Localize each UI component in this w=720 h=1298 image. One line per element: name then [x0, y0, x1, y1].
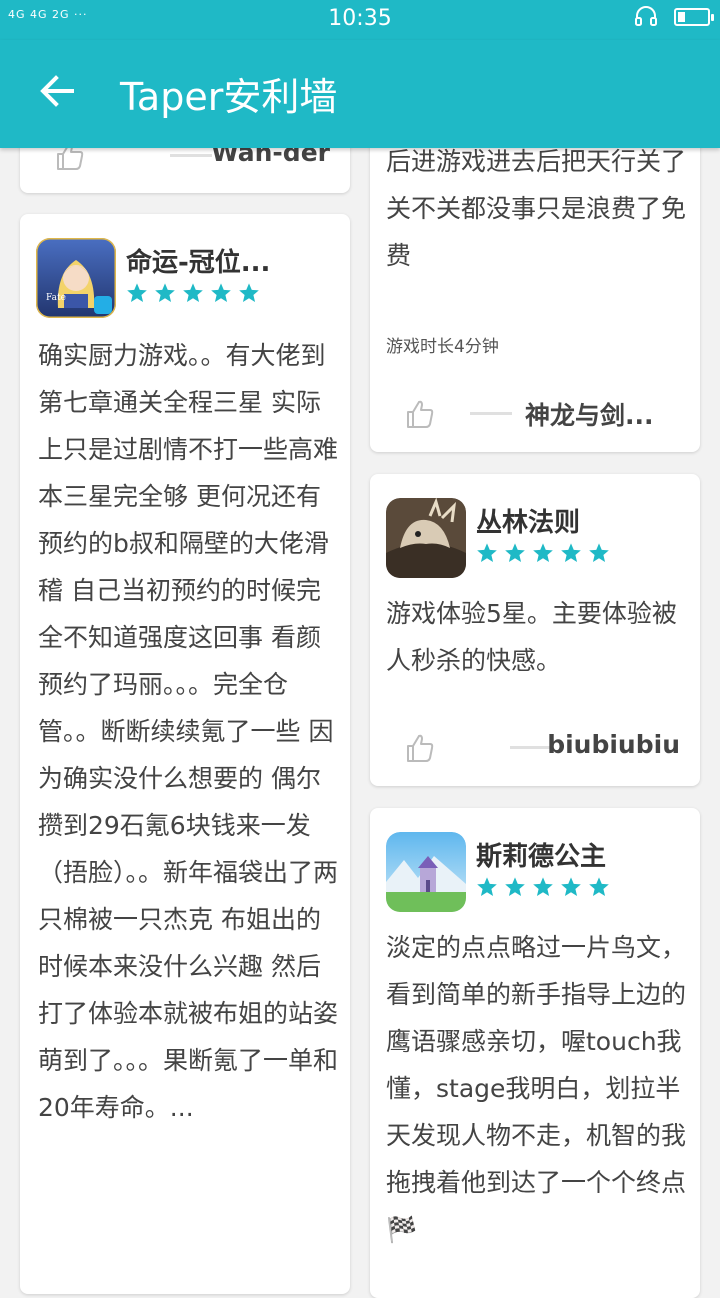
arrow-left-icon[interactable] — [36, 70, 78, 112]
star-icon — [561, 543, 581, 562]
review-card-jungle[interactable]: 丛林法则 游戏体验5星。主要体验被人秒杀的快感。 biubiubiu — [370, 474, 700, 786]
game-icon-princess[interactable] — [386, 832, 466, 912]
author-dash — [470, 412, 512, 415]
playtime-label: 游戏时长4分钟 — [386, 337, 499, 357]
star-icon — [589, 543, 609, 562]
star-icon — [127, 283, 147, 302]
star-icon — [589, 877, 609, 896]
rating-stars — [126, 282, 260, 304]
game-icon-fgo[interactable]: Fate — [36, 238, 116, 318]
star-icon — [533, 877, 553, 896]
game-icon-jungle[interactable] — [386, 498, 466, 578]
status-time: 10:35 — [328, 6, 392, 31]
battery-icon — [674, 8, 714, 26]
star-icon — [155, 283, 175, 302]
thumbs-up-icon[interactable] — [404, 398, 436, 430]
review-text[interactable]: 游戏体验5星。主要体验被人秒杀的快感。 — [386, 590, 686, 684]
status-bar: 4G 4G 2G ··· 10:35 — [0, 0, 720, 40]
review-author[interactable]: 神龙与剑... — [525, 396, 654, 432]
rating-stars — [476, 542, 610, 564]
app-bar: Taper安利墙 — [0, 40, 720, 148]
game-title[interactable]: 斯莉德公主 — [476, 836, 606, 873]
star-icon — [477, 543, 497, 562]
review-text[interactable]: 确实厨力游戏。。有大佬到第七章通关全程三星 实际上只是过剧情不打一些高难本三星完… — [38, 332, 338, 1131]
rating-stars — [476, 876, 610, 898]
game-title[interactable]: 丛林法则 — [476, 502, 580, 539]
star-icon — [239, 283, 259, 302]
page-title: Taper安利墙 — [120, 75, 338, 119]
review-card-fgo[interactable]: Fate 命运-冠位... 确实厨力游戏。。有大佬到第七章通关全程三星 实际上只… — [20, 214, 350, 1294]
review-author[interactable]: biubiubiu — [547, 730, 680, 759]
star-icon — [533, 543, 553, 562]
game-title[interactable]: 命运-冠位... — [126, 242, 270, 279]
star-icon — [477, 877, 497, 896]
review-card-dragon[interactable]: 一个天行VPN点击连接然后进游戏进去后把天行关了关不关都没事只是浪费了免费 游戏… — [370, 120, 700, 452]
review-text[interactable]: 淡定的点点略过一片鸟文，看到简单的新手指导上边的鹰语骤感亲切，喔touch我懂，… — [386, 924, 686, 1253]
star-icon — [505, 543, 525, 562]
headset-icon — [635, 6, 657, 26]
thumbs-up-icon[interactable] — [404, 732, 436, 764]
star-icon — [183, 283, 203, 302]
star-icon — [211, 283, 231, 302]
author-dash — [510, 746, 552, 749]
svg-text:Fate: Fate — [46, 293, 66, 303]
star-icon — [505, 877, 525, 896]
star-icon — [561, 877, 581, 896]
author-dash — [170, 154, 212, 157]
review-card-slyde[interactable]: 斯莉德公主 淡定的点点略过一片鸟文，看到简单的新手指导上边的鹰语骤感亲切，喔to… — [370, 808, 700, 1298]
